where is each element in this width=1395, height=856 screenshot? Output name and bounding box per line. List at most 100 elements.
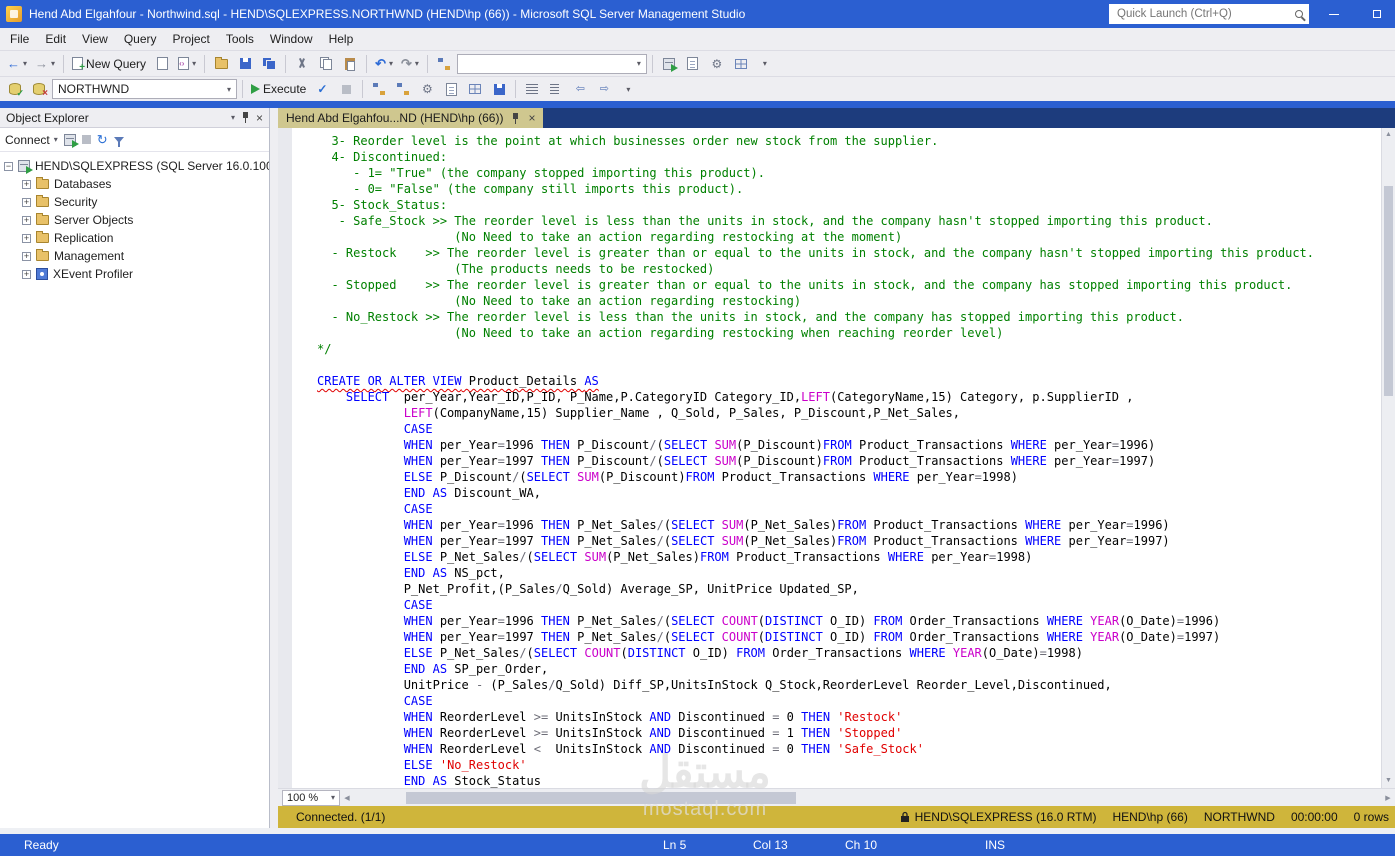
registered-servers-button[interactable]: [658, 53, 680, 75]
toolbar-separator: [515, 80, 517, 98]
cancel-query-button[interactable]: [335, 78, 357, 100]
disconnect-icon[interactable]: [63, 133, 79, 148]
close-icon[interactable]: ×: [528, 112, 535, 124]
estimated-plan-button[interactable]: [368, 78, 390, 100]
chevron-down-icon: ▾: [53, 135, 58, 144]
database-engine-query-button[interactable]: [151, 53, 173, 75]
menu-item-project[interactable]: Project: [165, 28, 218, 50]
tree-item-security[interactable]: + Security: [0, 193, 269, 211]
chevron-down-icon[interactable]: ▾: [51, 59, 55, 68]
status-insert-mode[interactable]: INS: [985, 834, 1005, 856]
cut-button[interactable]: [291, 53, 313, 75]
tree-item-management[interactable]: + Management: [0, 247, 269, 265]
back-button[interactable]: ← ▾: [4, 53, 30, 75]
scroll-up-icon[interactable]: ▲: [1382, 128, 1395, 142]
uncomment-button[interactable]: [545, 78, 567, 100]
connect-dropdown[interactable]: Connect ▾: [5, 133, 58, 147]
zoom-select[interactable]: 100 % ▾: [282, 789, 340, 806]
connect-button[interactable]: [4, 78, 26, 100]
refresh-icon[interactable]: ↻: [97, 133, 108, 146]
toolbar-overflow-button[interactable]: ▾: [754, 53, 776, 75]
window-position-icon[interactable]: ▾: [231, 113, 235, 122]
analysis-query-button[interactable]: ▾: [175, 53, 199, 75]
save-button[interactable]: [234, 53, 256, 75]
tree-item-server-root[interactable]: − HEND\SQLEXPRESS (SQL Server 16.0.1000 …: [0, 157, 269, 175]
comment-button[interactable]: [521, 78, 543, 100]
forward-button[interactable]: → ▾: [32, 53, 58, 75]
tree-item-databases[interactable]: + Databases: [0, 175, 269, 193]
expand-icon[interactable]: +: [22, 179, 31, 189]
menu-item-window[interactable]: Window: [262, 28, 321, 50]
menu-item-file[interactable]: File: [2, 28, 37, 50]
execute-button[interactable]: Execute: [248, 78, 309, 100]
undo-button[interactable]: ↶ ▾: [372, 53, 396, 75]
vertical-scrollbar[interactable]: ▲ ▼: [1381, 128, 1395, 788]
results-to-file-button[interactable]: [488, 78, 510, 100]
results-to-grid-button[interactable]: [464, 78, 486, 100]
redo-button[interactable]: ↷ ▾: [398, 53, 422, 75]
quick-launch-box[interactable]: [1109, 4, 1309, 24]
save-all-button[interactable]: [258, 53, 280, 75]
open-file-button[interactable]: [210, 53, 232, 75]
panel-splitter[interactable]: [270, 108, 278, 828]
stop-icon[interactable]: [81, 135, 91, 144]
new-query-button[interactable]: New Query: [69, 53, 149, 75]
pin-icon[interactable]: [511, 112, 520, 125]
tree-item-server-objects[interactable]: + Server Objects: [0, 211, 269, 229]
close-icon[interactable]: ×: [256, 112, 263, 124]
scroll-right-icon[interactable]: ▶: [1381, 794, 1395, 802]
menu-item-query[interactable]: Query: [116, 28, 165, 50]
vertical-scrollbar-thumb[interactable]: [1384, 186, 1393, 396]
database-combobox[interactable]: NORTHWND ▾: [52, 79, 237, 99]
menu-item-view[interactable]: View: [74, 28, 116, 50]
menu-item-tools[interactable]: Tools: [218, 28, 262, 50]
restore-button[interactable]: [1359, 0, 1395, 28]
redo-icon: ↷: [401, 56, 412, 71]
copy-button[interactable]: [315, 53, 337, 75]
chevron-down-icon[interactable]: ▾: [415, 59, 419, 68]
toolbar-overflow-button[interactable]: ▾: [617, 78, 639, 100]
properties-window-button[interactable]: ⚙: [706, 53, 728, 75]
menu-item-edit[interactable]: Edit: [37, 28, 74, 50]
template-explorer-button[interactable]: [730, 53, 752, 75]
minimize-button[interactable]: [1316, 0, 1352, 28]
increase-indent-button[interactable]: ⇨: [593, 78, 615, 100]
toolbar-combobox[interactable]: ▾: [456, 53, 647, 74]
chevron-down-icon[interactable]: ▾: [192, 59, 196, 68]
parse-button[interactable]: ✓: [311, 78, 333, 100]
code-line: WHEN per_Year=1996 THEN P_Net_Sales/(SEL…: [403, 614, 1221, 628]
tree-item-replication[interactable]: + Replication: [0, 229, 269, 247]
scroll-left-icon[interactable]: ◀: [340, 794, 354, 802]
expand-icon[interactable]: +: [22, 251, 31, 261]
filter-icon[interactable]: [113, 136, 124, 147]
code-editor[interactable]: 3- Reorder level is the point at which b…: [278, 128, 1395, 788]
tree-item-xevent-profiler[interactable]: + XEvent Profiler: [0, 265, 269, 283]
search-icon[interactable]: [1295, 10, 1303, 18]
expand-icon[interactable]: +: [22, 197, 31, 207]
activity-monitor-button[interactable]: [433, 53, 455, 75]
actual-plan-button[interactable]: [392, 78, 414, 100]
horizontal-scrollbar-thumb[interactable]: [406, 791, 796, 804]
collapse-icon[interactable]: −: [4, 161, 13, 171]
chevron-down-icon[interactable]: ▾: [227, 85, 231, 94]
document-tab[interactable]: Hend Abd Elgahfou...ND (HEND\hp (66)) ×: [278, 108, 544, 128]
expand-icon[interactable]: +: [22, 269, 31, 279]
pin-icon[interactable]: [241, 111, 250, 124]
paste-button[interactable]: [339, 53, 361, 75]
menu-item-help[interactable]: Help: [321, 28, 362, 50]
cancel-query-icon: [341, 84, 351, 94]
code-line: SELECT per_Year,Year_ID,P_ID, P_Name,P.C…: [345, 390, 1134, 404]
expand-icon[interactable]: +: [22, 233, 31, 243]
query-options-button[interactable]: ⚙: [416, 78, 438, 100]
chevron-down-icon[interactable]: ▾: [637, 59, 641, 68]
horizontal-scrollbar[interactable]: [355, 791, 1380, 805]
scroll-down-icon[interactable]: ▼: [1382, 774, 1395, 788]
chevron-down-icon[interactable]: ▾: [389, 59, 393, 68]
results-to-text-button[interactable]: [440, 78, 462, 100]
chevron-down-icon[interactable]: ▾: [23, 59, 27, 68]
quick-launch-input[interactable]: [1115, 7, 1289, 21]
change-connection-button[interactable]: [28, 78, 50, 100]
decrease-indent-button[interactable]: ⇦: [569, 78, 591, 100]
expand-icon[interactable]: +: [22, 215, 31, 225]
solution-explorer-button[interactable]: [682, 53, 704, 75]
